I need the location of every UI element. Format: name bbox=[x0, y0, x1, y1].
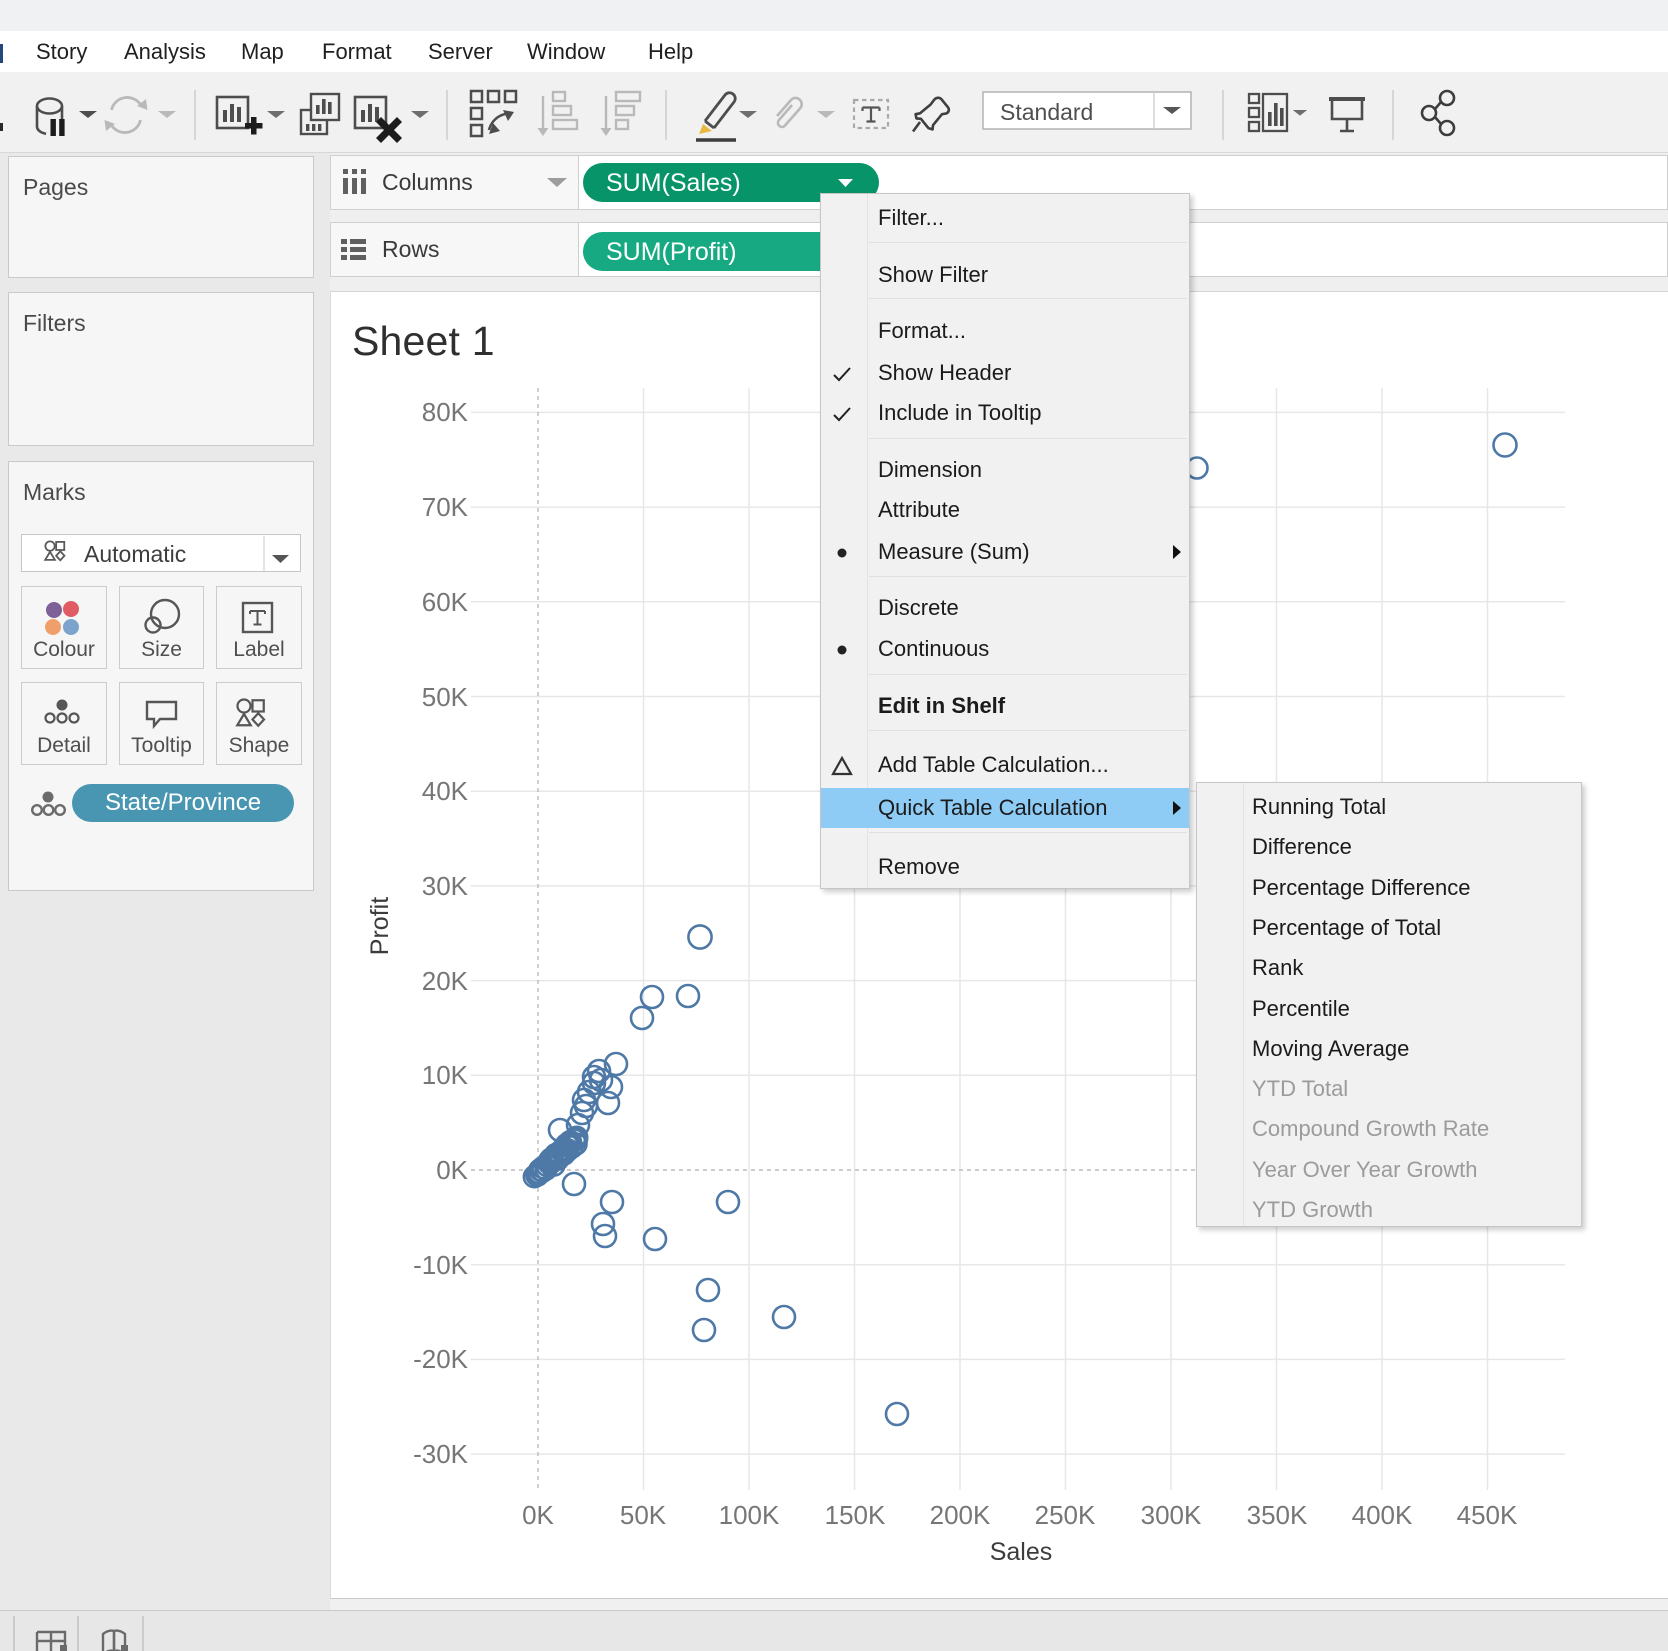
svg-text:Standard: Standard bbox=[1000, 99, 1093, 125]
